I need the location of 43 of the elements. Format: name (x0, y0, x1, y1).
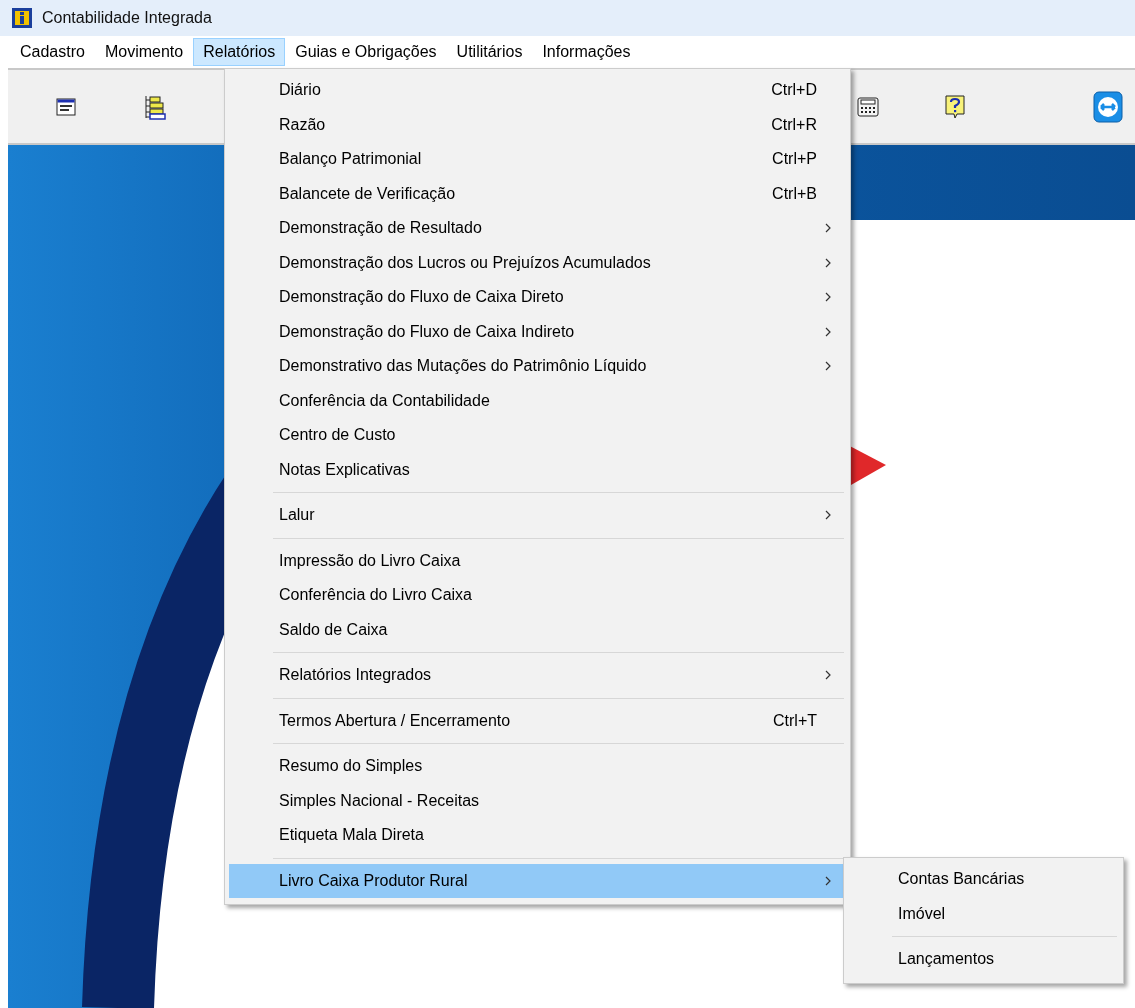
menu-item[interactable]: Lalur (229, 498, 846, 533)
window-title: Contabilidade Integrada (42, 9, 212, 27)
remote-access-icon[interactable] (1093, 90, 1123, 123)
menu-item[interactable]: Lançamentos (848, 942, 1119, 977)
menu-bar-item[interactable]: Utilitários (446, 38, 533, 66)
menu-bar-item[interactable]: Movimento (94, 38, 194, 66)
shortcut-label: Ctrl+B (772, 184, 817, 203)
menu-item[interactable]: Imóvel (848, 896, 1119, 931)
menu-item[interactable]: Conferência da Contabilidade (229, 383, 846, 418)
menu-item[interactable]: Contas Bancárias (848, 862, 1119, 897)
menu-item[interactable]: Impressão do Livro Caixa (229, 543, 846, 578)
menu-bar-item[interactable]: Cadastro (10, 38, 95, 66)
menu-item[interactable]: Demonstração dos Lucros ou Prejuízos Acumulados (229, 245, 846, 280)
menu-bar-item[interactable]: Informações (532, 38, 641, 66)
menu-item[interactable]: Demonstração do Fluxo de Caixa Direto (229, 280, 846, 315)
menu-bar-item[interactable]: Relatórios (193, 38, 286, 66)
menu-item[interactable]: Demonstração de Resultado (229, 211, 846, 246)
menu-item[interactable]: Balancete de Verificação Ctrl+B (229, 176, 846, 211)
calculator-icon[interactable] (857, 95, 879, 118)
menu-item[interactable]: Termos Abertura / Encerramento Ctrl+T (229, 703, 846, 738)
shortcut-label: Ctrl+P (772, 150, 817, 169)
help-question-icon[interactable] (944, 93, 966, 120)
menu-item[interactable]: Centro de Custo (229, 418, 846, 453)
menu-item[interactable]: Diário Ctrl+D (229, 73, 846, 108)
menu-item[interactable]: Saldo de Caixa (229, 612, 846, 647)
tree-structure-icon[interactable] (144, 93, 166, 120)
menu-item[interactable]: Resumo do Simples (229, 749, 846, 784)
menu-item[interactable]: Demonstrativo das Mutações do Patrimônio Líquido (229, 349, 846, 384)
menu-item[interactable]: Razão Ctrl+R (229, 107, 846, 142)
menu-bar-item[interactable]: Guias e Obrigações (285, 38, 447, 66)
menu-item[interactable]: Relatórios Integrados (229, 658, 846, 693)
menu-item[interactable]: Simples Nacional - Receitas (229, 783, 846, 818)
shortcut-label: Ctrl+T (773, 711, 817, 730)
menu-item[interactable]: Demonstração do Fluxo de Caixa Indireto (229, 314, 846, 349)
shortcut-label: Ctrl+D (771, 81, 817, 100)
menu-item[interactable]: Notas Explicativas (229, 452, 846, 487)
menu-item[interactable]: Balanço Patrimonial Ctrl+P (229, 142, 846, 177)
shortcut-label: Ctrl+R (771, 115, 817, 134)
menu-item[interactable]: Conferência do Livro Caixa (229, 578, 846, 613)
menu-item[interactable]: Etiqueta Mala Direta (229, 818, 846, 853)
form-window-icon[interactable] (56, 96, 76, 117)
app-logo-icon (12, 8, 32, 28)
menu-item[interactable]: Livro Caixa Produtor Rural (229, 863, 846, 898)
